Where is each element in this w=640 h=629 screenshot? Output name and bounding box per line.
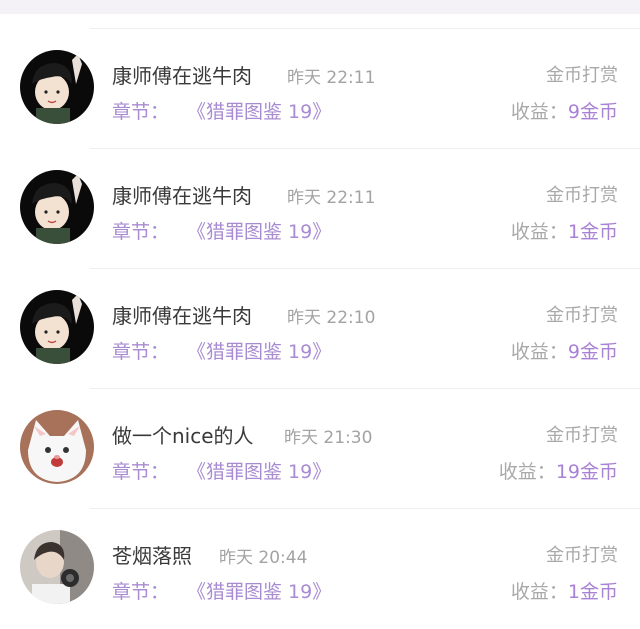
chapter-info[interactable]: 章节： 《猎罪图鉴 19》 [112,97,331,124]
timestamp: 昨天 20:44 [219,548,308,568]
chapter-label: 章节： [112,581,170,603]
list-item[interactable]: 康师傅在逃牛肉 昨天 22:10 金币打赏 章节： 《猎罪图鉴 19》 收益：9金… [0,269,640,389]
white-cat-avatar [20,410,94,484]
donor-name: 苍烟落照 [112,544,192,568]
chapter-title: 《猎罪图鉴 19》 [187,581,332,603]
earnings-label: 收益： [498,461,556,483]
chapter-label: 章节： [112,341,170,363]
donor-name: 做一个nice的人 [112,424,254,448]
reward-type: 金币打赏 [546,545,618,566]
reward-type: 金币打赏 [546,305,618,326]
reward-type: 金币打赏 [546,65,618,86]
donor-name: 康师傅在逃牛肉 [112,184,252,208]
earnings-value: 1金币 [567,581,618,603]
list-item[interactable]: 康师傅在逃牛肉 昨天 22:11 金币打赏 章节： 《猎罪图鉴 19》 收益：1金… [0,149,640,269]
earnings: 收益：1金币 [511,577,618,604]
donor-name: 康师傅在逃牛肉 [112,304,252,328]
chapter-label: 章节： [112,461,170,483]
chapter-title: 《猎罪图鉴 19》 [187,221,332,243]
list-item[interactable]: 做一个nice的人 昨天 21:30 金币打赏 章节： 《猎罪图鉴 19》 收益：… [0,389,640,509]
earnings-label: 收益： [510,341,568,363]
cartoon-boy-avatar [20,50,94,124]
donor-name: 康师傅在逃牛肉 [112,64,252,88]
earnings-value: 9金币 [567,101,618,123]
avatar[interactable] [20,50,94,124]
chapter-label: 章节： [112,101,170,123]
top-bar [0,0,640,14]
reward-type: 金币打赏 [546,425,618,446]
chapter-title: 《猎罪图鉴 19》 [187,341,332,363]
earnings-label: 收益： [510,581,568,603]
cartoon-boy-avatar [20,290,94,364]
reward-type: 金币打赏 [546,185,618,206]
list-item[interactable]: 苍烟落照 昨天 20:44 金币打赏 章节： 《猎罪图鉴 19》 收益：1金币 [0,509,640,629]
photo-person-avatar [20,530,94,604]
earnings-label: 收益： [510,101,568,123]
chapter-info[interactable]: 章节： 《猎罪图鉴 19》 [112,337,331,364]
earnings-value: 1金币 [567,221,618,243]
chapter-title: 《猎罪图鉴 19》 [187,461,332,483]
timestamp: 昨天 21:30 [284,428,373,448]
avatar[interactable] [20,530,94,604]
avatar[interactable] [20,170,94,244]
chapter-info[interactable]: 章节： 《猎罪图鉴 19》 [112,577,331,604]
earnings-label: 收益： [510,221,568,243]
avatar[interactable] [20,410,94,484]
chapter-title: 《猎罪图鉴 19》 [187,101,332,123]
timestamp: 昨天 22:10 [287,308,376,328]
earnings: 收益：9金币 [511,97,618,124]
chapter-info[interactable]: 章节： 《猎罪图鉴 19》 [112,217,331,244]
chapter-info[interactable]: 章节： 《猎罪图鉴 19》 [112,457,331,484]
cartoon-boy-avatar [20,170,94,244]
timestamp: 昨天 22:11 [287,68,376,88]
earnings-value: 19金币 [555,461,618,483]
chapter-label: 章节： [112,221,170,243]
earnings: 收益：19金币 [499,457,618,484]
timestamp: 昨天 22:11 [287,188,376,208]
avatar[interactable] [20,290,94,364]
list-item[interactable]: 康师傅在逃牛肉 昨天 22:11 金币打赏 章节： 《猎罪图鉴 19》 收益：9金… [0,29,640,149]
earnings-value: 9金币 [567,341,618,363]
earnings: 收益：9金币 [511,337,618,364]
earnings: 收益：1金币 [511,217,618,244]
